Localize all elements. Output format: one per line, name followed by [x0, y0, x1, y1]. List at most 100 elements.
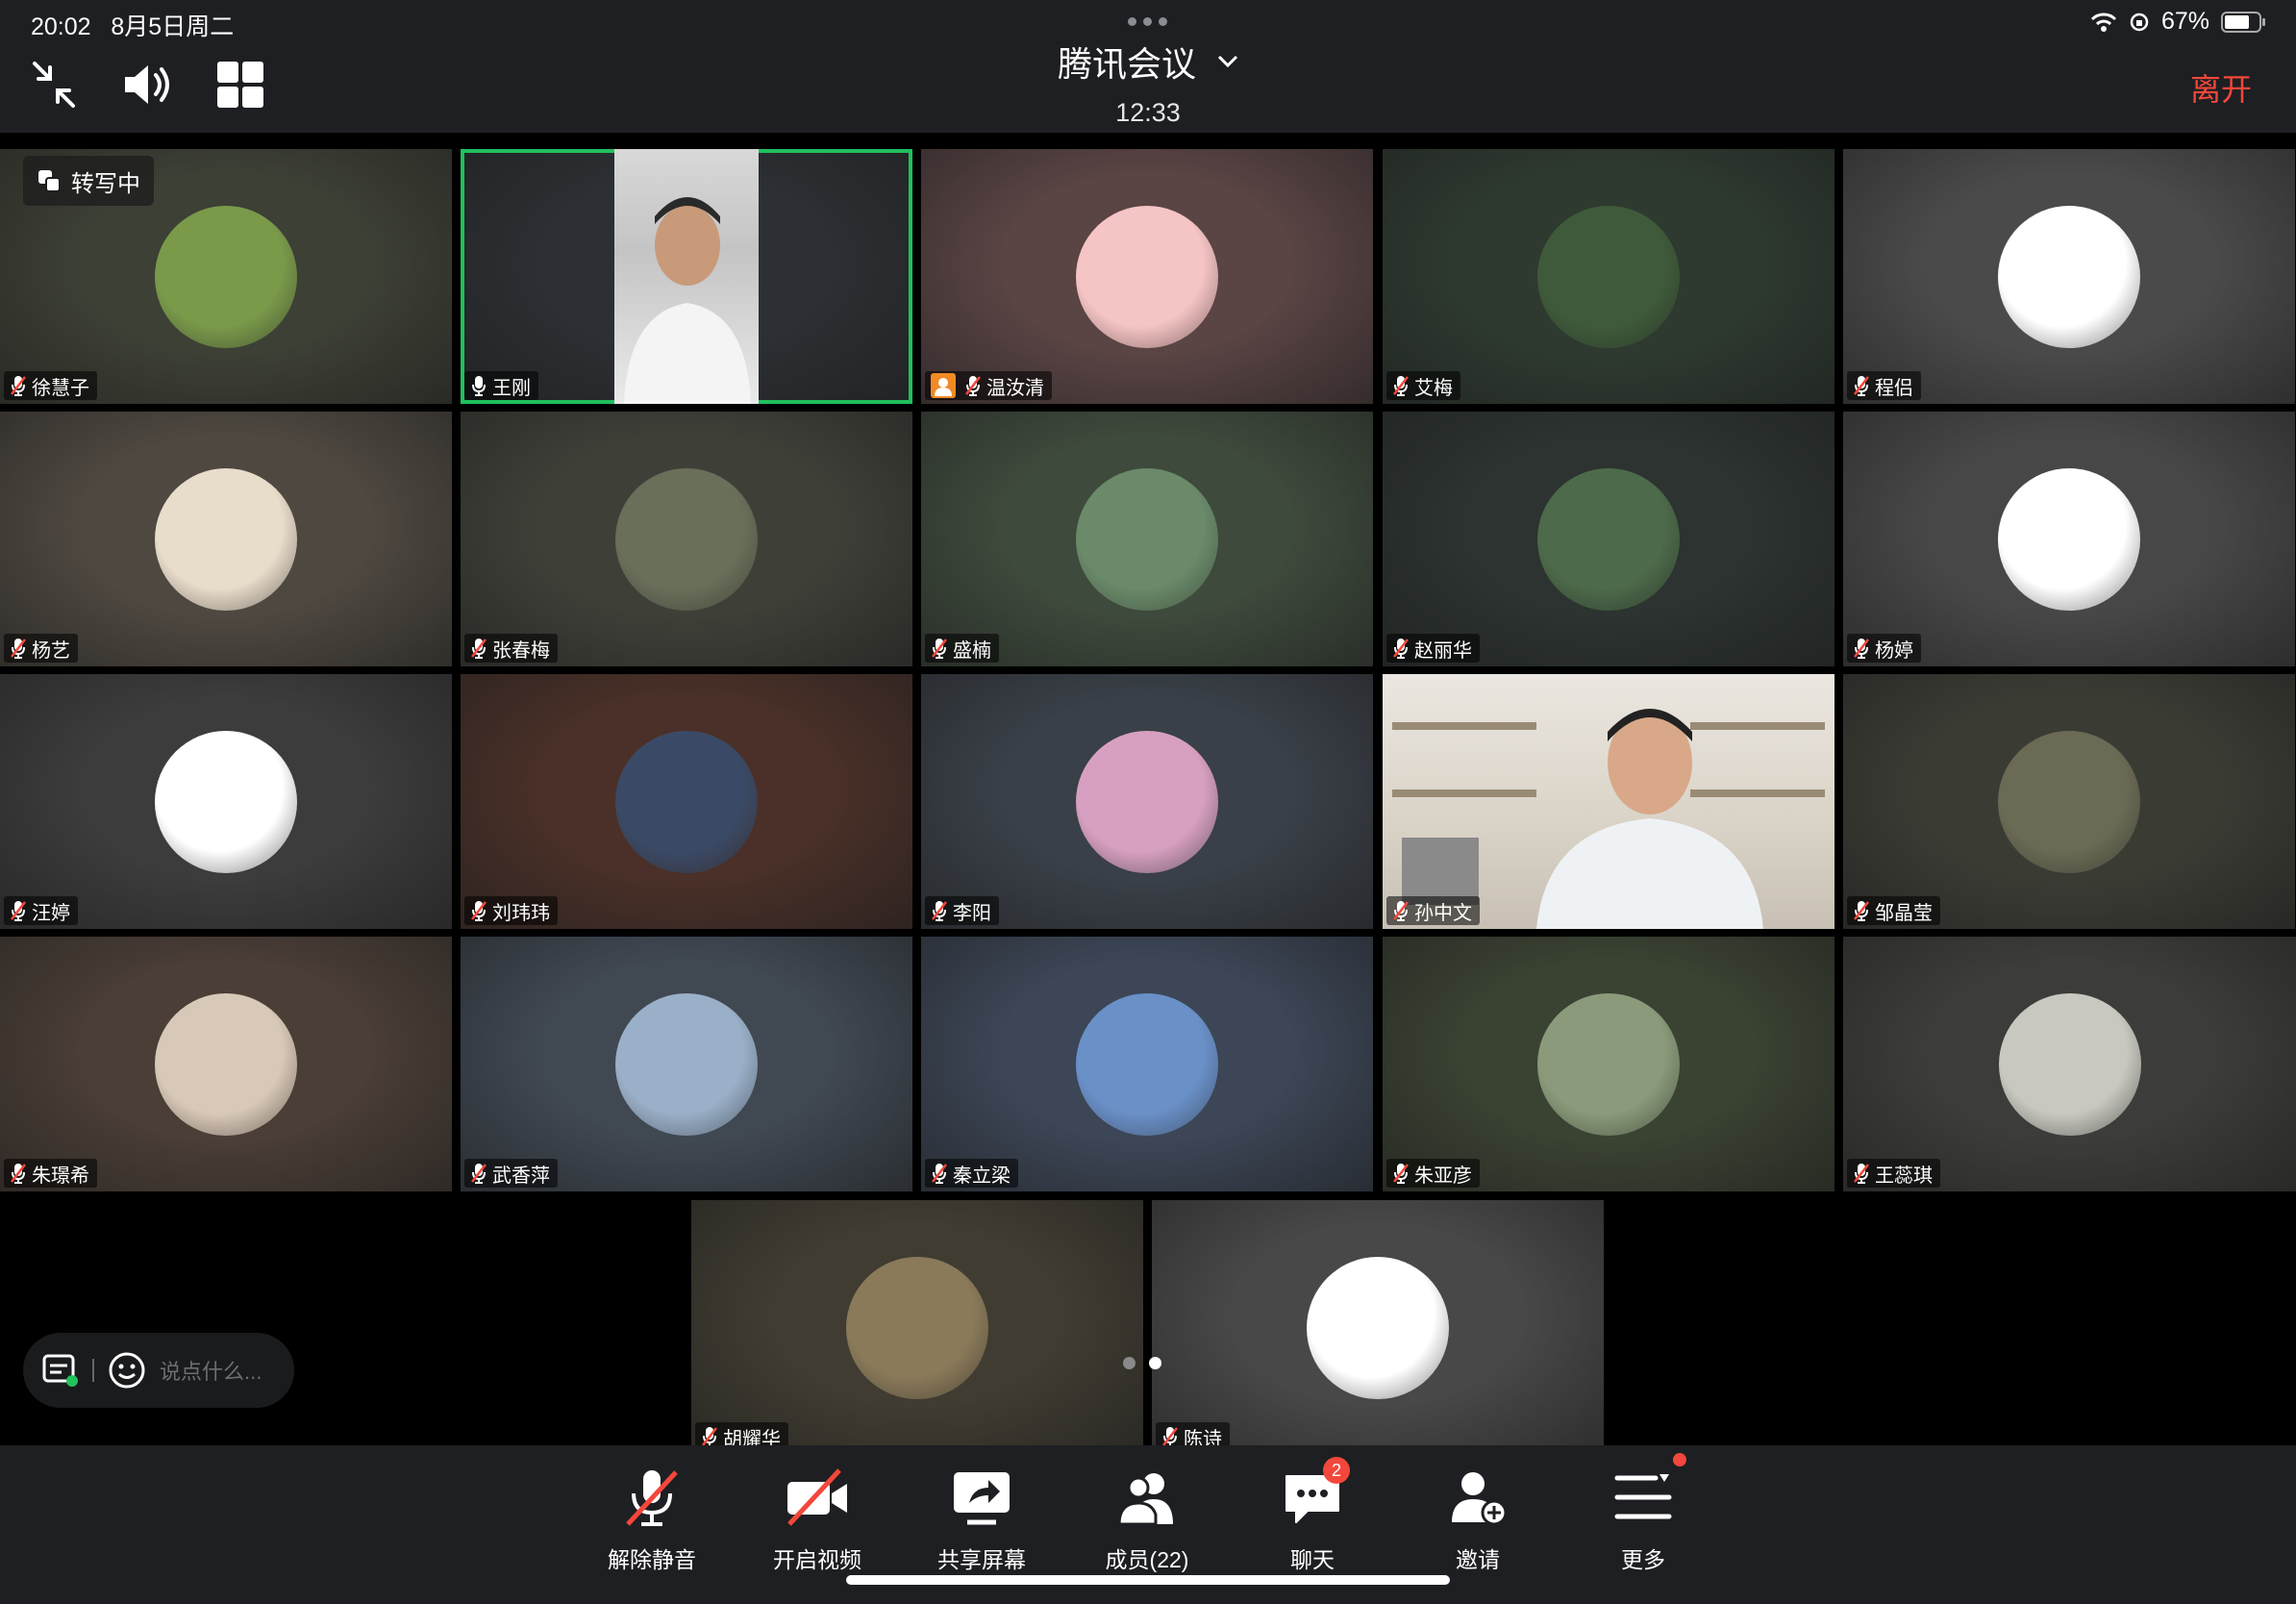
- mic-muted-icon: [10, 900, 27, 921]
- participant-tile[interactable]: 秦立梁: [921, 937, 1373, 1191]
- mic-muted-icon: [1853, 1163, 1870, 1184]
- participant-tile[interactable]: 汪婷: [0, 674, 452, 929]
- participant-tile[interactable]: 孙中文: [1383, 674, 1834, 929]
- mic-muted-icon: [701, 1426, 718, 1447]
- start-video-button[interactable]: 开启视频: [745, 1465, 889, 1574]
- participant-name-tag: 温汝清: [925, 371, 1052, 400]
- participant-name-tag: 刘玮玮: [464, 896, 558, 925]
- participant-tile[interactable]: 王刚: [461, 149, 912, 404]
- participant-name: 孙中文: [1414, 902, 1472, 924]
- mic-muted-icon: [10, 375, 27, 396]
- participant-video: [614, 149, 759, 404]
- participant-name-tag: 孙中文: [1386, 896, 1480, 925]
- participant-tile[interactable]: 朱亚彦: [1383, 937, 1834, 1191]
- mic-muted-icon: [1392, 375, 1410, 396]
- mic-muted-icon: [10, 1163, 27, 1184]
- mic-muted-icon: [1392, 1163, 1410, 1184]
- page-dot-2[interactable]: [1149, 1357, 1161, 1369]
- participant-name: 王刚: [492, 377, 531, 399]
- participant-video: [1383, 674, 1834, 929]
- participant-name: 赵丽华: [1414, 639, 1472, 662]
- participant-avatar: [615, 467, 758, 611]
- unmute-label: 解除静音: [608, 1547, 696, 1572]
- participant-tile[interactable]: 杨婷: [1843, 412, 2295, 666]
- more-menu-icon: [1614, 1474, 1672, 1519]
- page-indicator[interactable]: [1123, 1357, 1161, 1369]
- participant-tile[interactable]: 温汝清: [921, 149, 1373, 404]
- participant-name-tag: 朱亚彦: [1386, 1159, 1480, 1188]
- participant-tile[interactable]: 王蕊琪: [1843, 937, 2296, 1191]
- participant-name: 张春梅: [492, 639, 550, 662]
- members-label: 成员(22): [1105, 1547, 1189, 1572]
- participant-name: 艾梅: [1414, 377, 1453, 399]
- mic-muted-icon: [1161, 1426, 1179, 1447]
- participant-name: 朱璟希: [32, 1165, 89, 1187]
- participant-tile[interactable]: 胡耀华: [691, 1200, 1143, 1455]
- meeting-timer: 12:33: [1115, 98, 1181, 127]
- participant-avatar: [1537, 467, 1680, 611]
- share-screen-icon: [954, 1472, 1010, 1525]
- participant-tile[interactable]: 刘玮玮: [461, 674, 912, 929]
- top-bar: 20:02 8月5日周二 67% 腾讯会议 12:33 离开: [0, 0, 2296, 133]
- participant-name-tag: 汪婷: [4, 896, 78, 925]
- home-indicator[interactable]: [846, 1575, 1450, 1585]
- transcribe-badge[interactable]: 转写中: [23, 156, 154, 206]
- participant-tile[interactable]: 李阳: [921, 674, 1373, 929]
- participant-tile[interactable]: 赵丽华: [1383, 412, 1834, 666]
- invite-label: 邀请: [1456, 1547, 1500, 1572]
- participant-tile[interactable]: 杨艺: [0, 412, 452, 666]
- participant-name-tag: 盛楠: [925, 634, 999, 663]
- chat-input-pill[interactable]: 说点什么...: [23, 1333, 294, 1408]
- share-screen-label: 共享屏幕: [937, 1547, 1026, 1572]
- participant-avatar: [1537, 992, 1680, 1136]
- share-screen-button[interactable]: 共享屏幕: [910, 1465, 1054, 1574]
- participant-tile[interactable]: 艾梅: [1383, 149, 1834, 404]
- participant-name-tag: 秦立梁: [925, 1159, 1018, 1188]
- mic-muted-icon: [1853, 900, 1870, 921]
- participant-tile[interactable]: 程侣: [1843, 149, 2295, 404]
- meeting-title-button[interactable]: 腾讯会议: [1058, 37, 1238, 87]
- mic-muted-icon: [470, 900, 487, 921]
- participant-tile[interactable]: 邹晶莹: [1843, 674, 2295, 929]
- leave-button[interactable]: 离开: [2190, 65, 2252, 110]
- battery-icon: [2221, 11, 2265, 33]
- participant-avatar: [155, 730, 297, 873]
- participant-name-tag: 武香萍: [464, 1159, 558, 1188]
- members-button[interactable]: 成员(22): [1075, 1465, 1219, 1574]
- participant-name-tag: 王刚: [464, 371, 538, 400]
- meeting-title: 腾讯会议: [1057, 44, 1196, 84]
- mic-muted-icon: [10, 638, 27, 659]
- participant-tile[interactable]: 朱璟希: [0, 937, 452, 1191]
- invite-button[interactable]: 邀请: [1406, 1465, 1550, 1574]
- participant-name: 王蕊琪: [1875, 1165, 1933, 1187]
- participant-name: 武香萍: [492, 1165, 550, 1187]
- multitask-dots[interactable]: [1128, 17, 1167, 26]
- transcribe-label: 转写中: [71, 170, 140, 197]
- mic-muted-icon: [1392, 900, 1410, 921]
- participant-name: 程侣: [1875, 377, 1913, 399]
- participant-tile[interactable]: 盛楠: [921, 412, 1373, 666]
- mic-muted-icon: [626, 1470, 678, 1526]
- participant-avatar: [1998, 992, 2141, 1136]
- participant-tile[interactable]: 武香萍: [461, 937, 912, 1191]
- participant-tile[interactable]: 陈诗: [1152, 1200, 1604, 1455]
- participant-name-tag: 邹晶莹: [1847, 896, 1940, 925]
- participant-name-tag: 张春梅: [464, 634, 558, 663]
- person-figure: [1392, 709, 1825, 929]
- participant-name: 刘玮玮: [492, 902, 550, 924]
- unmute-button[interactable]: 解除静音: [580, 1465, 724, 1574]
- chat-button[interactable]: 2 聊天: [1240, 1457, 1385, 1574]
- participant-name: 杨婷: [1875, 639, 1913, 662]
- participant-name: 盛楠: [953, 639, 991, 662]
- participant-name: 李阳: [953, 902, 991, 924]
- participant-name-tag: 赵丽华: [1386, 634, 1480, 663]
- emoji-icon[interactable]: [108, 1351, 146, 1390]
- participant-name: 秦立梁: [953, 1165, 1011, 1187]
- participant-avatar: [1076, 205, 1218, 348]
- participant-tile[interactable]: 张春梅: [461, 412, 912, 666]
- participant-avatar: [1076, 992, 1218, 1136]
- subtitle-toggle-icon[interactable]: [42, 1354, 79, 1387]
- page-dot-1[interactable]: [1123, 1357, 1136, 1369]
- host-icon: [931, 373, 956, 398]
- more-button[interactable]: 更多: [1571, 1453, 1715, 1574]
